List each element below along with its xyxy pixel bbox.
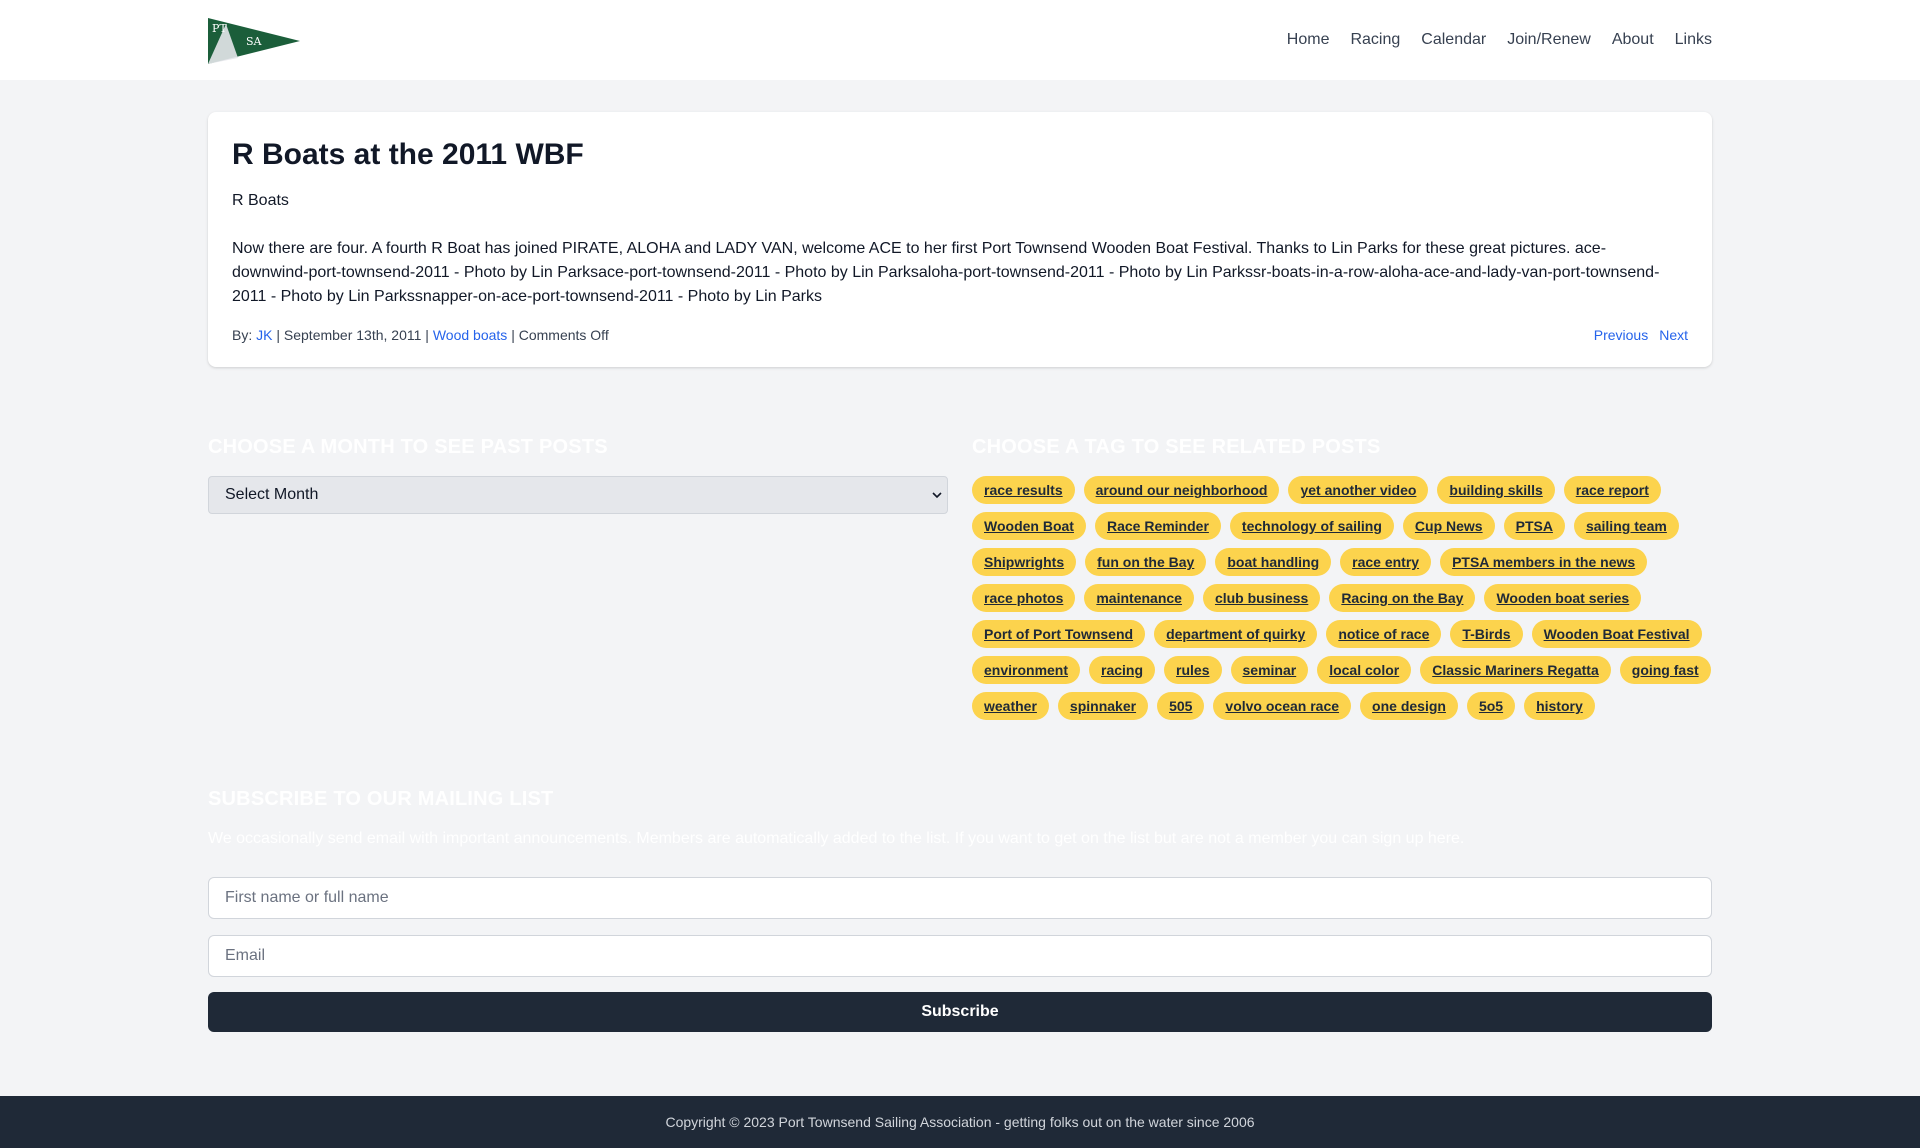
tag-list: race results around our neighborhood yet a… — [972, 476, 1712, 720]
tag-pill[interactable]: Shipwrights — [972, 548, 1077, 576]
tag-pill[interactable]: Racing on the Bay — [1329, 584, 1476, 612]
month-select[interactable]: Select Month — [208, 476, 948, 514]
post-meta: By: JK | September 13th, 2011 | Wood boa… — [232, 327, 609, 343]
subscribe-description: We occasionally send email with importan… — [208, 830, 1465, 847]
tag-pill[interactable]: racing — [1089, 656, 1156, 684]
nav-racing[interactable]: Racing — [1350, 31, 1400, 49]
tag-pill[interactable]: race photos — [972, 584, 1076, 612]
svg-text:SA: SA — [246, 35, 263, 48]
nav-about[interactable]: About — [1612, 31, 1654, 49]
name-field[interactable]: First name or full name — [208, 877, 1712, 919]
tag-pill[interactable]: 5o5 — [1466, 692, 1516, 720]
month-select-value: Select Month — [225, 486, 319, 503]
ptsa-pennant-logo[interactable]: PT SA — [208, 18, 300, 64]
email-field-placeholder: Email — [225, 947, 266, 964]
site-header: PT SA Home Racing Calendar Join/Renew Ab… — [0, 0, 1920, 80]
post-category: R Boats — [232, 192, 289, 209]
tag-pill[interactable]: sailing team — [1573, 512, 1679, 540]
archive-heading: CHOOSE A MONTH TO SEE PAST POSTS — [208, 436, 608, 458]
copyright-text: Copyright © 2023 Port Townsend Sailing A… — [665, 1114, 1255, 1130]
svg-text:PT: PT — [212, 22, 227, 35]
tag-pill[interactable]: history — [1524, 692, 1595, 720]
meta-separator: | — [276, 327, 280, 343]
tag-pill[interactable]: Wooden Boat Festival — [1531, 620, 1702, 648]
nav-join-renew[interactable]: Join/Renew — [1507, 31, 1591, 49]
comments-status: Comments Off — [518, 327, 609, 343]
tag-pill[interactable]: department of quirky — [1154, 620, 1318, 648]
tag-pill[interactable]: PTSA members in the news — [1440, 548, 1648, 576]
tag-pill[interactable]: race report — [1563, 476, 1661, 504]
previous-link[interactable]: Previous — [1594, 327, 1648, 343]
tag-pill[interactable]: local color — [1317, 656, 1412, 684]
main-nav: Home Racing Calendar Join/Renew About Li… — [1287, 0, 1712, 80]
name-field-placeholder: First name or full name — [225, 889, 389, 906]
next-link[interactable]: Next — [1659, 327, 1688, 343]
meta-separator: | — [425, 327, 429, 343]
tag-pill[interactable]: going fast — [1619, 656, 1711, 684]
nav-home[interactable]: Home — [1287, 31, 1330, 49]
tag-pill[interactable]: Cup News — [1402, 512, 1495, 540]
subscribe-heading: SUBSCRIBE TO OUR MAILING LIST — [208, 788, 554, 810]
tag-pill[interactable]: Wooden boat series — [1484, 584, 1642, 612]
tag-pill[interactable]: T-Birds — [1450, 620, 1523, 648]
tag-pill[interactable]: Wooden Boat — [972, 512, 1086, 540]
category-link[interactable]: Wood boats — [433, 327, 507, 343]
post-title: R Boats at the 2011 WBF — [232, 138, 584, 171]
tag-pill[interactable]: building skills — [1437, 476, 1555, 504]
tag-pill[interactable]: 505 — [1157, 692, 1205, 720]
tag-pill[interactable]: race entry — [1340, 548, 1432, 576]
author-link[interactable]: JK — [256, 327, 272, 343]
tag-pill[interactable]: around our neighborhood — [1083, 476, 1280, 504]
post-body: Now there are four. A fourth R Boat has … — [232, 240, 1660, 305]
post-card: R Boats at the 2011 WBF R Boats Now ther… — [208, 112, 1712, 367]
meta-by-label: By: — [232, 327, 253, 343]
tag-pill[interactable]: technology of sailing — [1229, 512, 1394, 540]
nav-links[interactable]: Links — [1675, 31, 1712, 49]
chevron-down-icon — [932, 492, 942, 499]
post-date: September 13th, 2011 — [283, 327, 422, 343]
email-field[interactable]: Email — [208, 935, 1712, 977]
nav-calendar[interactable]: Calendar — [1421, 31, 1486, 49]
tags-heading: CHOOSE A TAG TO SEE RELATED POSTS — [972, 436, 1381, 458]
tag-pill[interactable]: rules — [1164, 656, 1222, 684]
tag-pill[interactable]: spinnaker — [1057, 692, 1149, 720]
tag-pill[interactable]: weather — [972, 692, 1049, 720]
tag-pill[interactable]: Port of Port Townsend — [972, 620, 1146, 648]
tag-pill[interactable]: race results — [972, 476, 1075, 504]
post-pager: Previous Next — [1594, 327, 1688, 343]
tag-pill[interactable]: environment — [972, 656, 1081, 684]
tag-pill[interactable]: maintenance — [1084, 584, 1194, 612]
tag-pill[interactable]: Classic Mariners Regatta — [1420, 656, 1611, 684]
tag-pill[interactable]: Race Reminder — [1094, 512, 1221, 540]
tag-pill[interactable]: volvo ocean race — [1213, 692, 1352, 720]
tag-pill[interactable]: notice of race — [1326, 620, 1442, 648]
tag-pill[interactable]: one design — [1360, 692, 1458, 720]
tag-pill[interactable]: yet another video — [1288, 476, 1429, 504]
tag-pill[interactable]: boat handling — [1215, 548, 1332, 576]
tag-pill[interactable]: seminar — [1230, 656, 1309, 684]
tag-pill[interactable]: club business — [1202, 584, 1321, 612]
tag-pill[interactable]: fun on the Bay — [1085, 548, 1207, 576]
subscribe-button[interactable]: Subscribe — [208, 992, 1712, 1032]
meta-separator: | — [511, 327, 515, 343]
tag-pill[interactable]: PTSA — [1503, 512, 1565, 540]
site-footer: Copyright © 2023 Port Townsend Sailing A… — [0, 1096, 1920, 1148]
